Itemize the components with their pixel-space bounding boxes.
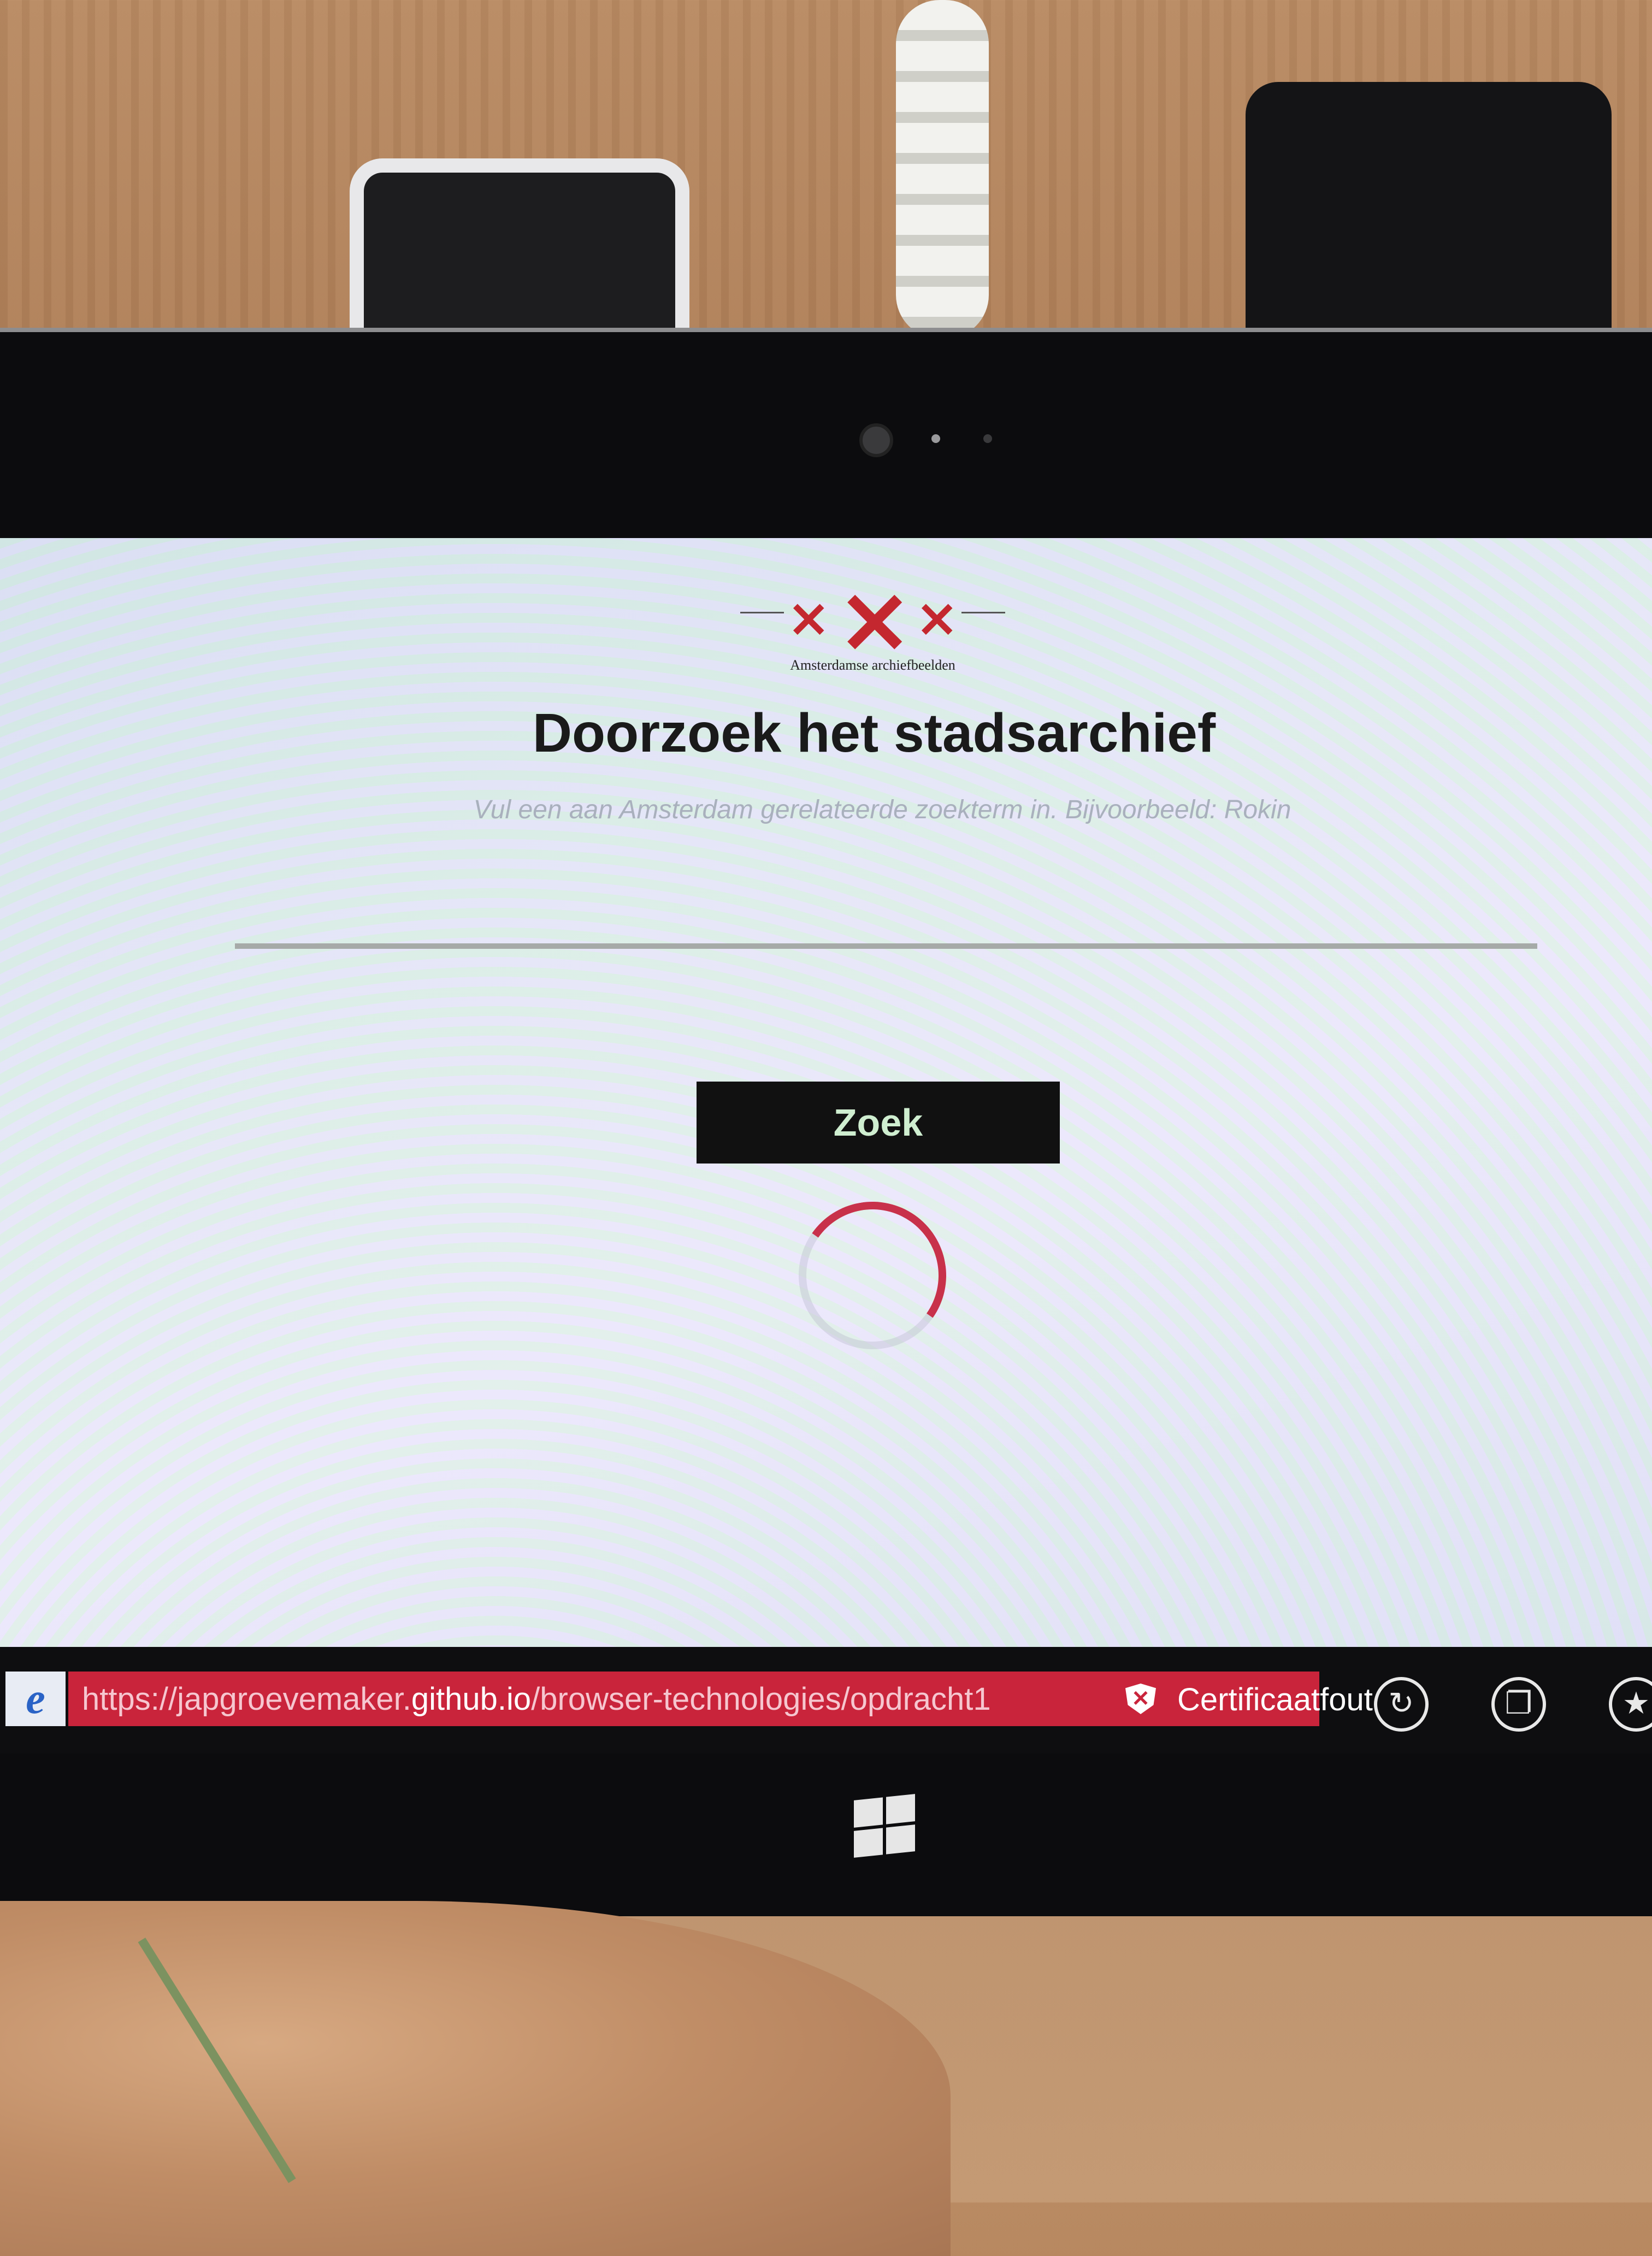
url-text: https://japgroevemaker.github.io/browser… <box>82 1681 991 1717</box>
logo: × × × Amsterdamse archiefbeelden <box>740 565 1005 675</box>
logo-cross-icon: × <box>787 587 831 648</box>
sensor <box>983 434 992 443</box>
url-domain: github.io <box>411 1681 532 1717</box>
search-hint: Vul een aan Amsterdam gerelateerde zoekt… <box>473 795 1291 824</box>
browser-address-bar: e https://japgroevemaker.github.io/brows… <box>0 1650 1652 1753</box>
refresh-icon[interactable]: ↻ <box>1374 1677 1429 1732</box>
logo-caption: Amsterdamse archiefbeelden <box>790 657 955 673</box>
search-button[interactable]: Zoek <box>697 1082 1060 1164</box>
hand <box>0 1901 951 2256</box>
ie-icon: e <box>5 1672 66 1726</box>
url-field[interactable]: https://japgroevemaker.github.io/browser… <box>68 1672 1373 1726</box>
tabs-icon[interactable]: ❐ <box>1491 1677 1546 1732</box>
url-path: /browser-technologies/opdracht1 <box>531 1681 991 1717</box>
logo-cross-icon: × <box>915 587 959 648</box>
camera <box>859 423 893 457</box>
browser-viewport: × × × Amsterdamse archiefbeelden Doorzoe… <box>0 538 1652 1647</box>
background-phone <box>1246 82 1612 350</box>
search-input[interactable] <box>235 915 1537 949</box>
windows-icon[interactable] <box>854 1794 915 1858</box>
shield-icon[interactable]: ✕ <box>1125 1684 1156 1714</box>
favorites-icon[interactable]: ★ <box>1609 1677 1652 1732</box>
sensor <box>931 434 940 443</box>
logo-line <box>740 612 784 613</box>
url-prefix: https://japgroevemaker. <box>82 1681 411 1717</box>
page-title: Doorzoek het stadsarchief <box>532 702 1216 764</box>
coiled-cable <box>896 0 989 339</box>
logo-line <box>961 612 1005 613</box>
certificate-error[interactable]: Certificaatfout <box>1177 1681 1373 1718</box>
